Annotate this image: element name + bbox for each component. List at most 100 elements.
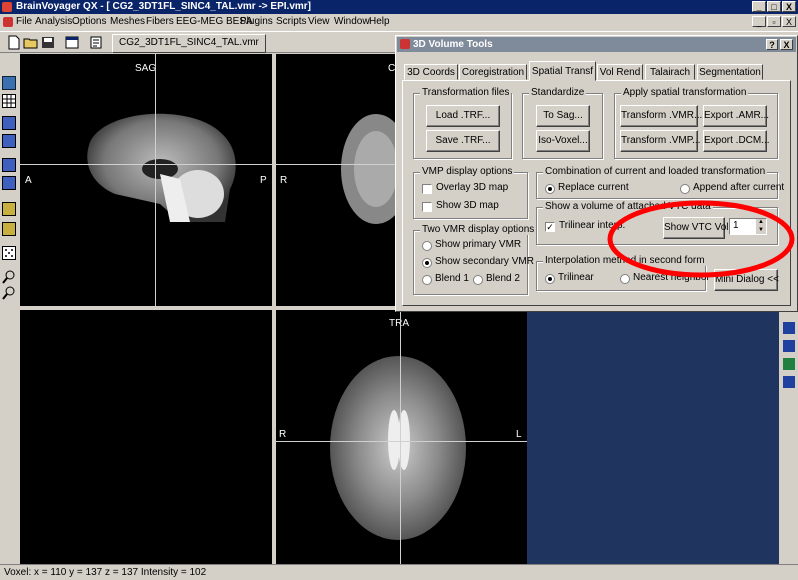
sagittal-crosshair-horizontal — [20, 164, 272, 165]
mdi-restore-button[interactable]: ▫ — [767, 16, 781, 27]
show-primary-vmr-label: Show primary VMR — [435, 239, 522, 250]
transformation-files-group: Transformation files Load .TRF... Save .… — [413, 87, 512, 159]
voxel-status: Voxel: x = 110 y = 137 z = 137 Intensity… — [4, 567, 207, 578]
zoom-out-icon[interactable] — [2, 286, 16, 300]
transformation-files-label: Transformation files — [420, 87, 512, 98]
vmp-display-group: VMP display options Overlay 3D map Show … — [413, 166, 528, 219]
export-dcm-button[interactable]: Export .DCM... — [703, 130, 770, 152]
open-folder-icon[interactable] — [23, 35, 39, 50]
coronal-left-label: R — [280, 175, 288, 186]
show-3d-map-checkbox[interactable] — [422, 202, 432, 212]
tab-3d-coords[interactable]: 3D Coords — [404, 64, 458, 80]
menu-meshes[interactable]: Meshes — [110, 14, 145, 30]
append-after-current-label: Append after current — [693, 182, 785, 193]
apply-spatial-label: Apply spatial transformation — [621, 87, 749, 98]
transversal-left-label: R — [279, 429, 287, 440]
document-list-icon[interactable] — [88, 35, 104, 50]
blend-2-label: Blend 2 — [486, 273, 520, 284]
status-bar: Voxel: x = 110 y = 137 z = 137 Intensity… — [0, 564, 798, 580]
menu-scripts[interactable]: Scripts — [276, 14, 307, 30]
sagittal-crosshair-vertical — [155, 54, 156, 306]
empty-view — [20, 310, 272, 564]
menu-file[interactable]: File — [16, 14, 32, 30]
interp-trilinear-label: Trilinear — [558, 272, 594, 283]
tab-segmentation[interactable]: Segmentation — [697, 64, 763, 80]
sagittal-brain-image — [87, 113, 236, 222]
menu-analysis[interactable]: Analysis — [35, 14, 72, 30]
transversal-view-icon[interactable] — [2, 158, 16, 172]
rotate-tool-icon[interactable] — [783, 322, 795, 334]
transversal-title: TRA — [389, 318, 409, 329]
tab-spatial-transf[interactable]: Spatial Transf — [529, 61, 596, 81]
maximize-button[interactable]: □ — [767, 1, 781, 12]
overlay-3d-map-checkbox[interactable] — [422, 184, 432, 194]
save-trf-button[interactable]: Save .TRF... — [426, 130, 500, 152]
menu-bar: File Analysis Options Meshes Fibers EEG-… — [0, 14, 798, 30]
two-vmr-group: Two VMR display options Show primary VMR… — [413, 224, 537, 295]
load-trf-button[interactable]: Load .TRF... — [426, 105, 500, 127]
overlay-3d-map-label: Overlay 3D map — [436, 182, 509, 193]
close-button[interactable]: X — [782, 1, 796, 12]
menu-options[interactable]: Options — [72, 14, 106, 30]
sagittal-title: SAG — [135, 63, 157, 74]
sagittal-view[interactable]: SAG A P — [20, 54, 272, 306]
cube-view-icon[interactable] — [2, 76, 16, 90]
link-tool-icon[interactable] — [783, 376, 795, 388]
show-secondary-vmr-radio[interactable] — [422, 258, 432, 268]
interp-trilinear-radio[interactable] — [545, 274, 555, 284]
export-amr-button[interactable]: Export .AMR... — [703, 105, 769, 127]
blend-1-label: Blend 1 — [435, 273, 469, 284]
combination-label: Combination of current and loaded transf… — [543, 166, 768, 177]
dialog-close-button[interactable]: X — [780, 39, 793, 50]
dialog-title: 3D Volume Tools — [413, 39, 493, 50]
menu-help[interactable]: Help — [369, 14, 390, 30]
draw-tool-icon[interactable] — [2, 202, 16, 216]
show-primary-vmr-radio[interactable] — [422, 241, 432, 251]
menu-plugins[interactable]: Plugins — [240, 14, 273, 30]
transversal-view[interactable]: TRA R L — [276, 310, 527, 564]
menu-fibers[interactable]: Fibers — [146, 14, 174, 30]
tab-vol-rend[interactable]: Vol Rend — [597, 64, 643, 80]
dots-tool-icon[interactable] — [2, 246, 16, 260]
save-disk-icon[interactable] — [40, 35, 56, 50]
multi-view-icon[interactable] — [2, 176, 16, 190]
blend-1-radio[interactable] — [422, 275, 432, 285]
iso-voxel-button[interactable]: Iso-Voxel... — [536, 130, 590, 152]
grid-view-icon[interactable] — [2, 94, 16, 108]
zoom-in-icon[interactable] — [2, 270, 16, 284]
navigate-tool-icon[interactable] — [783, 340, 795, 352]
replace-current-label: Replace current — [558, 182, 629, 193]
sagittal-view-icon[interactable] — [2, 116, 16, 130]
transform-vmp-button[interactable]: Transform .VMP... — [620, 130, 700, 152]
app-logo-icon — [2, 2, 12, 12]
window-layout-icon[interactable] — [64, 35, 80, 50]
document-icon — [3, 17, 13, 27]
menu-window[interactable]: Window — [334, 14, 370, 30]
menu-view[interactable]: View — [308, 14, 330, 30]
transform-vmr-button[interactable]: Transform .VMR... — [620, 105, 702, 127]
replace-current-radio[interactable] — [545, 184, 555, 194]
blend-2-radio[interactable] — [473, 275, 483, 285]
show-3d-map-label: Show 3D map — [436, 200, 499, 211]
transversal-brain-image — [330, 356, 466, 540]
coronal-view-icon[interactable] — [2, 134, 16, 148]
document-tab[interactable]: CG2_3DT1FL_SINC4_TAL.vmr — [112, 34, 266, 53]
to-sag-button[interactable]: To Sag... — [536, 105, 590, 127]
mdi-minimize-button[interactable]: _ — [752, 16, 766, 27]
standardize-label: Standardize — [529, 87, 587, 98]
dialog-help-button[interactable]: ? — [766, 39, 778, 50]
mdi-close-button[interactable]: X — [782, 16, 796, 27]
show-secondary-vmr-label: Show secondary VMR — [435, 256, 534, 267]
two-vmr-label: Two VMR display options — [420, 224, 537, 235]
brush-tool-icon[interactable] — [2, 222, 16, 236]
transversal-crosshair-vertical — [400, 310, 401, 564]
minimize-button[interactable]: _ — [752, 1, 766, 12]
app-title: BrainVoyager QX - [ CG2_3DT1FL_SINC4_TAL… — [16, 1, 311, 12]
tab-talairach[interactable]: Talairach — [645, 64, 695, 80]
new-file-icon[interactable] — [6, 35, 22, 50]
trilinear-interp-checkbox[interactable]: ✓ — [545, 222, 555, 232]
tab-coregistration[interactable]: Coregistration — [459, 64, 527, 80]
left-tool-column — [0, 54, 18, 564]
surface-tool-icon[interactable] — [783, 358, 795, 370]
append-after-current-radio[interactable] — [680, 184, 690, 194]
